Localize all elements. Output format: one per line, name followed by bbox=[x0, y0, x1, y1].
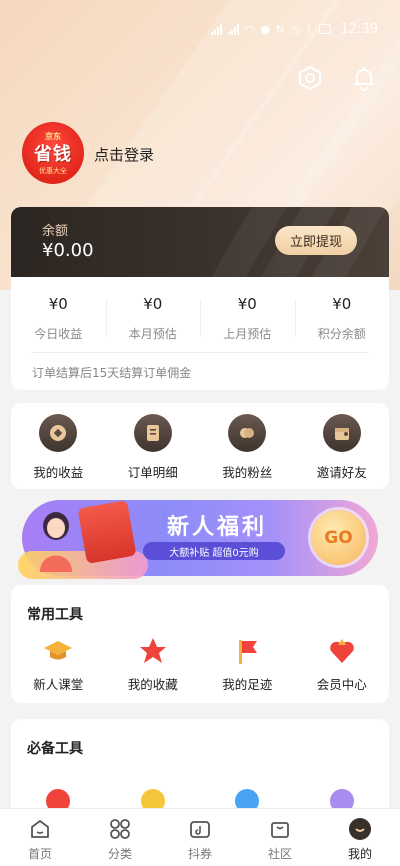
earnings-label: 今日收益 bbox=[34, 327, 83, 341]
status-bar: ◠ ● N ◷ ᛒ 12:39 bbox=[0, 0, 400, 58]
earnings-item[interactable]: ¥0 本月预估 bbox=[105, 295, 201, 342]
signal-icon-2 bbox=[227, 23, 239, 35]
invite-icon bbox=[322, 414, 361, 452]
flag-icon bbox=[231, 635, 263, 667]
battery-icon bbox=[318, 24, 331, 34]
quick-action-2[interactable]: 订单明细 bbox=[106, 403, 201, 489]
balance-card: 余额 ¥0.00 立即提现 bbox=[11, 207, 389, 277]
tool-label: 我的收藏 bbox=[127, 677, 178, 692]
earnings-value: ¥0 bbox=[237, 295, 257, 313]
heart-icon bbox=[228, 414, 267, 452]
tool-label: 新人课堂 bbox=[33, 677, 84, 692]
crown-heart-icon bbox=[326, 635, 358, 667]
nav-label: 抖券 bbox=[187, 847, 212, 861]
nav-label: 社区 bbox=[267, 847, 292, 861]
tool-item-4[interactable]: 会员中心 bbox=[295, 635, 390, 693]
banner-title: 新人福利 bbox=[167, 515, 268, 540]
avatar[interactable]: 京东 省钱 优惠大全 bbox=[22, 122, 84, 184]
go-button[interactable]: GO bbox=[311, 510, 366, 565]
quick-action-label: 邀请好友 bbox=[316, 465, 367, 480]
quick-action-label: 订单明细 bbox=[127, 465, 178, 480]
common-tools-card: 常用工具 新人课堂 我的收藏 我的足迹 会员中心 bbox=[11, 585, 389, 703]
earnings-item[interactable]: ¥0 积分余额 bbox=[294, 295, 390, 342]
quick-action-label: 我的收益 bbox=[33, 465, 84, 480]
nfc-icon: N bbox=[276, 22, 285, 36]
nav-bag[interactable]: 社区 bbox=[240, 809, 320, 866]
nav-label: 我的 bbox=[347, 847, 372, 861]
girl-illustration-icon bbox=[40, 512, 72, 572]
avatar-sub-text: 优惠大全 bbox=[39, 166, 67, 175]
earnings-label: 本月预估 bbox=[128, 327, 177, 341]
earnings-value: ¥0 bbox=[143, 295, 163, 313]
order-icon bbox=[133, 414, 172, 452]
earnings-note: 订单结算后15天结算订单佣金 bbox=[32, 366, 192, 380]
signal-icon bbox=[210, 23, 222, 35]
red-envelope-icon bbox=[77, 500, 137, 564]
profile-icon bbox=[348, 817, 372, 841]
quick-action-3[interactable]: 我的粉丝 bbox=[200, 403, 295, 489]
nav-home[interactable]: 首页 bbox=[0, 809, 80, 866]
tool-label: 会员中心 bbox=[316, 677, 367, 692]
status-time: 12:39 bbox=[340, 21, 378, 37]
quick-actions-card: 我的收益 订单明细 我的粉丝 邀请好友 bbox=[11, 403, 389, 489]
notification-icon: ● bbox=[260, 22, 271, 36]
star-icon bbox=[137, 635, 169, 667]
common-tools-title: 常用工具 bbox=[27, 607, 83, 623]
tiktok-icon bbox=[188, 817, 212, 841]
earnings-card: ¥0 今日收益 ¥0 本月预估 ¥0 上月预估 ¥0 积分余额 订单结算后15天结算订单佣金 bbox=[11, 277, 389, 390]
wifi-icon: ◠ bbox=[244, 22, 255, 36]
earnings-item[interactable]: ¥0 上月预估 bbox=[200, 295, 295, 342]
bluetooth-icon: ᛒ bbox=[305, 22, 313, 36]
tool-label: 我的足迹 bbox=[222, 677, 273, 692]
essential-tools-title: 必备工具 bbox=[27, 741, 83, 757]
login-link[interactable]: 点击登录 bbox=[94, 144, 154, 165]
avatar-main-text: 省钱 bbox=[34, 143, 72, 165]
home-icon bbox=[28, 817, 52, 841]
earnings-item[interactable]: ¥0 今日收益 bbox=[11, 295, 106, 342]
quick-action-1[interactable]: 我的收益 bbox=[11, 403, 106, 489]
earnings-divider bbox=[31, 352, 369, 353]
quick-action-4[interactable]: 邀请好友 bbox=[295, 403, 390, 489]
bottom-nav: 首页 分类 抖券 社区 我的 bbox=[0, 808, 400, 866]
nav-tiktok[interactable]: 抖券 bbox=[160, 809, 240, 866]
balance-label: 余额 bbox=[42, 224, 69, 239]
nav-label: 分类 bbox=[107, 847, 132, 861]
earnings-value: ¥0 bbox=[48, 295, 68, 313]
new-user-banner[interactable]: 新人福利 大额补贴 超值0元购 GO bbox=[18, 500, 378, 579]
balance-value: ¥0.00 bbox=[42, 240, 94, 261]
earnings-value: ¥0 bbox=[332, 295, 352, 313]
graduation-cap-icon bbox=[42, 635, 74, 667]
earnings-label: 积分余额 bbox=[317, 327, 366, 341]
tool-item-3[interactable]: 我的足迹 bbox=[200, 635, 295, 693]
tool-item-1[interactable]: 新人课堂 bbox=[11, 635, 106, 693]
withdraw-button[interactable]: 立即提现 bbox=[275, 226, 357, 255]
coin-icon bbox=[39, 414, 78, 452]
nav-profile[interactable]: 我的 bbox=[320, 809, 400, 866]
bag-icon bbox=[268, 817, 292, 841]
tool-item-2[interactable]: 我的收藏 bbox=[106, 635, 201, 693]
nav-label: 首页 bbox=[27, 847, 52, 861]
nav-grid[interactable]: 分类 bbox=[80, 809, 160, 866]
settings-icon[interactable] bbox=[296, 64, 324, 92]
bell-icon[interactable] bbox=[350, 64, 378, 92]
banner-subtitle: 大额补贴 超值0元购 bbox=[143, 542, 285, 560]
grid-icon bbox=[108, 817, 132, 841]
earnings-label: 上月预估 bbox=[223, 327, 272, 341]
quick-action-label: 我的粉丝 bbox=[222, 465, 273, 480]
alarm-icon: ◷ bbox=[290, 22, 300, 36]
